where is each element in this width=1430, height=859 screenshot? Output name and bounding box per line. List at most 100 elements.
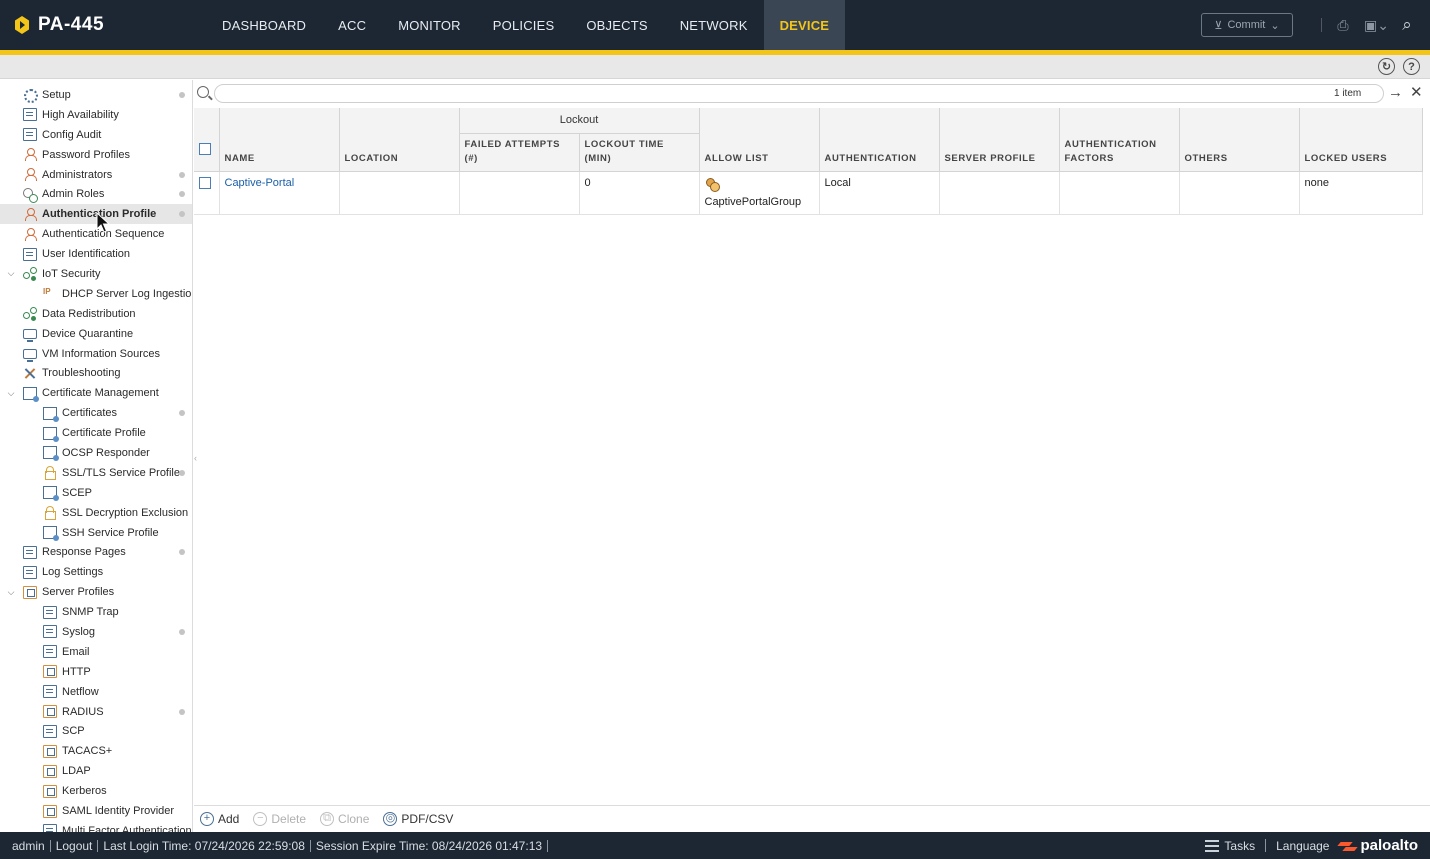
column-header-name[interactable]: NAME xyxy=(219,108,340,172)
document-icon xyxy=(43,605,57,619)
sidebar-item-certificates[interactable]: Certificates xyxy=(0,403,192,423)
help-icon[interactable]: ? xyxy=(1403,58,1420,75)
sidebar-item-dhcp-server-log-ingestion[interactable]: IP DHCP Server Log Ingestion xyxy=(0,284,192,304)
sidebar-item-ldap[interactable]: LDAP xyxy=(0,761,192,781)
monitor-icon xyxy=(23,348,37,362)
column-header-others[interactable]: OTHERS xyxy=(1179,108,1300,172)
sidebar-item-multi-factor-authentication[interactable]: Multi Factor Authentication xyxy=(0,821,192,832)
divider xyxy=(1321,18,1322,32)
clear-filter-icon[interactable]: ✕ xyxy=(1410,83,1423,101)
column-header-failed-attempts[interactable]: FAILED ATTEMPTS (#) xyxy=(459,133,580,172)
tab-monitor[interactable]: MONITOR xyxy=(382,0,477,50)
profile-name-link[interactable]: Captive-Portal xyxy=(225,177,295,189)
sidebar-item-certificate-management[interactable]: ⌵ Certificate Management xyxy=(0,383,192,403)
document-icon xyxy=(43,724,57,738)
sidebar-item-radius[interactable]: RADIUS xyxy=(0,702,192,722)
tools-icon xyxy=(23,367,37,380)
delete-button[interactable]: − Delete xyxy=(253,812,306,826)
filter-input[interactable] xyxy=(214,84,1384,103)
column-header-locked-users[interactable]: LOCKED USERS xyxy=(1299,108,1423,172)
device-name: PA-445 xyxy=(38,14,105,35)
sidebar-item-saml-identity-provider[interactable]: SAML Identity Provider xyxy=(0,801,192,821)
server-icon xyxy=(23,108,37,122)
tab-dashboard[interactable]: DASHBOARD xyxy=(206,0,322,50)
commit-button[interactable]: ⊻ Commit ⌄ xyxy=(1201,13,1293,37)
clone-icon: ⧉ xyxy=(320,812,335,826)
sidebar-item-ocsp-responder[interactable]: OCSP Responder xyxy=(0,443,192,463)
sidebar-item-scep[interactable]: SCEP xyxy=(0,483,192,503)
column-header-authentication[interactable]: AUTHENTICATION xyxy=(819,108,940,172)
tab-policies[interactable]: POLICIES xyxy=(477,0,571,50)
location-cell xyxy=(339,171,460,215)
column-header-allow-list[interactable]: ALLOW LIST xyxy=(699,108,820,172)
sidebar-item-label: SAML Identity Provider xyxy=(62,805,175,817)
sidebar-item-high-availability[interactable]: High Availability xyxy=(0,105,192,125)
tab-acc[interactable]: ACC xyxy=(322,0,382,50)
tab-objects[interactable]: OBJECTS xyxy=(570,0,663,50)
logout-link[interactable]: Logout xyxy=(51,839,99,852)
sidebar-item-kerberos[interactable]: Kerberos xyxy=(0,781,192,801)
add-button[interactable]: + Add xyxy=(200,812,239,826)
column-header-location[interactable]: LOCATION xyxy=(339,108,460,172)
status-dot xyxy=(179,708,185,715)
language-button[interactable]: Language xyxy=(1276,839,1329,853)
global-search-icon[interactable]: ⌕ xyxy=(1396,15,1418,35)
pdf-csv-button[interactable]: ◎ PDF/CSV xyxy=(383,812,453,826)
sidebar-item-label: Kerberos xyxy=(62,785,107,798)
sidebar-item-data-redistribution[interactable]: Data Redistribution xyxy=(0,304,192,324)
table-row[interactable]: Captive-Portal 0 CaptivePortalGroup Loca… xyxy=(194,171,1423,215)
sidebar-item-response-pages[interactable]: Response Pages xyxy=(0,542,192,562)
sidebar-item-ssh-service-profile[interactable]: SSH Service Profile xyxy=(0,523,192,543)
document-icon xyxy=(43,625,57,639)
sidebar-item-ssl-tls-service-profile[interactable]: SSL/TLS Service Profile xyxy=(0,463,192,483)
sidebar-item-email[interactable]: Email xyxy=(0,642,192,662)
sidebar-item-admin-roles[interactable]: Admin Roles xyxy=(0,184,192,204)
chevron-down-icon[interactable]: ⌵ xyxy=(6,388,16,399)
sidebar-item-iot-security[interactable]: ⌵ IoT Security xyxy=(0,264,192,284)
sidebar-item-password-profiles[interactable]: Password Profiles xyxy=(0,145,192,165)
sidebar-item-device-quarantine[interactable]: Device Quarantine xyxy=(0,324,192,344)
status-dot xyxy=(179,171,185,178)
sidebar-item-ssl-decryption-exclusion[interactable]: SSL Decryption Exclusion xyxy=(0,503,192,523)
clone-button[interactable]: ⧉ Clone xyxy=(320,812,369,826)
refresh-icon[interactable]: ↻ xyxy=(1378,58,1395,75)
sidebar-item-user-identification[interactable]: User Identification xyxy=(0,244,192,264)
sidebar-item-snmp-trap[interactable]: SNMP Trap xyxy=(0,602,192,622)
sidebar-item-label: TACACS+ xyxy=(62,745,113,758)
sidebar-item-label: User Identification xyxy=(42,248,131,261)
select-all-checkbox[interactable] xyxy=(199,143,211,156)
status-dot xyxy=(179,549,185,556)
chevron-down-icon[interactable]: ⌵ xyxy=(6,268,16,279)
row-checkbox[interactable] xyxy=(199,176,211,189)
document-icon xyxy=(43,824,57,832)
sidebar-item-http[interactable]: HTTP xyxy=(0,662,192,682)
authentication-cell: Local xyxy=(819,171,940,215)
sidebar-item-troubleshooting[interactable]: Troubleshooting xyxy=(0,363,192,383)
sidebar-item-server-profiles[interactable]: ⌵ Server Profiles xyxy=(0,582,192,602)
sidebar-item-syslog[interactable]: Syslog xyxy=(0,622,192,642)
clone-label: Clone xyxy=(338,812,370,826)
tab-device[interactable]: DEVICE xyxy=(763,0,846,50)
sidebar-item-log-settings[interactable]: Log Settings xyxy=(0,562,192,582)
save-config-icon[interactable]: ▣⌄ xyxy=(1364,17,1389,34)
sidebar-item-netflow[interactable]: Netflow xyxy=(0,682,192,702)
sidebar-item-vm-information-sources[interactable]: VM Information Sources xyxy=(0,344,192,364)
sidebar-item-setup[interactable]: Setup xyxy=(0,85,192,105)
sidebar-item-administrators[interactable]: Administrators xyxy=(0,165,192,185)
chevron-down-icon[interactable]: ⌵ xyxy=(6,587,16,598)
column-header-authentication-factors[interactable]: AUTHENTICATION FACTORS xyxy=(1059,108,1180,172)
sidebar-item-label: Password Profiles xyxy=(42,148,131,161)
status-dot xyxy=(179,191,185,198)
tab-network[interactable]: NETWORK xyxy=(664,0,764,50)
column-header-server-profile[interactable]: SERVER PROFILE xyxy=(939,108,1060,172)
sidebar-item-scp[interactable]: SCP xyxy=(0,722,192,742)
allow-list-cell: CaptivePortalGroup xyxy=(699,171,820,215)
config-lock-icon[interactable]: ⎙ xyxy=(1332,17,1354,34)
sidebar-item-certificate-profile[interactable]: Certificate Profile xyxy=(0,423,192,443)
sidebar-item-tacacs[interactable]: TACACS+ xyxy=(0,741,192,761)
column-header-lockout-time[interactable]: LOCKOUT TIME (MIN) xyxy=(579,133,700,172)
sidebar-item-config-audit[interactable]: Config Audit xyxy=(0,125,192,145)
apply-filter-icon[interactable]: → xyxy=(1388,84,1403,101)
tasks-button[interactable]: Tasks xyxy=(1205,839,1255,853)
pdf-csv-label: PDF/CSV xyxy=(401,812,454,826)
